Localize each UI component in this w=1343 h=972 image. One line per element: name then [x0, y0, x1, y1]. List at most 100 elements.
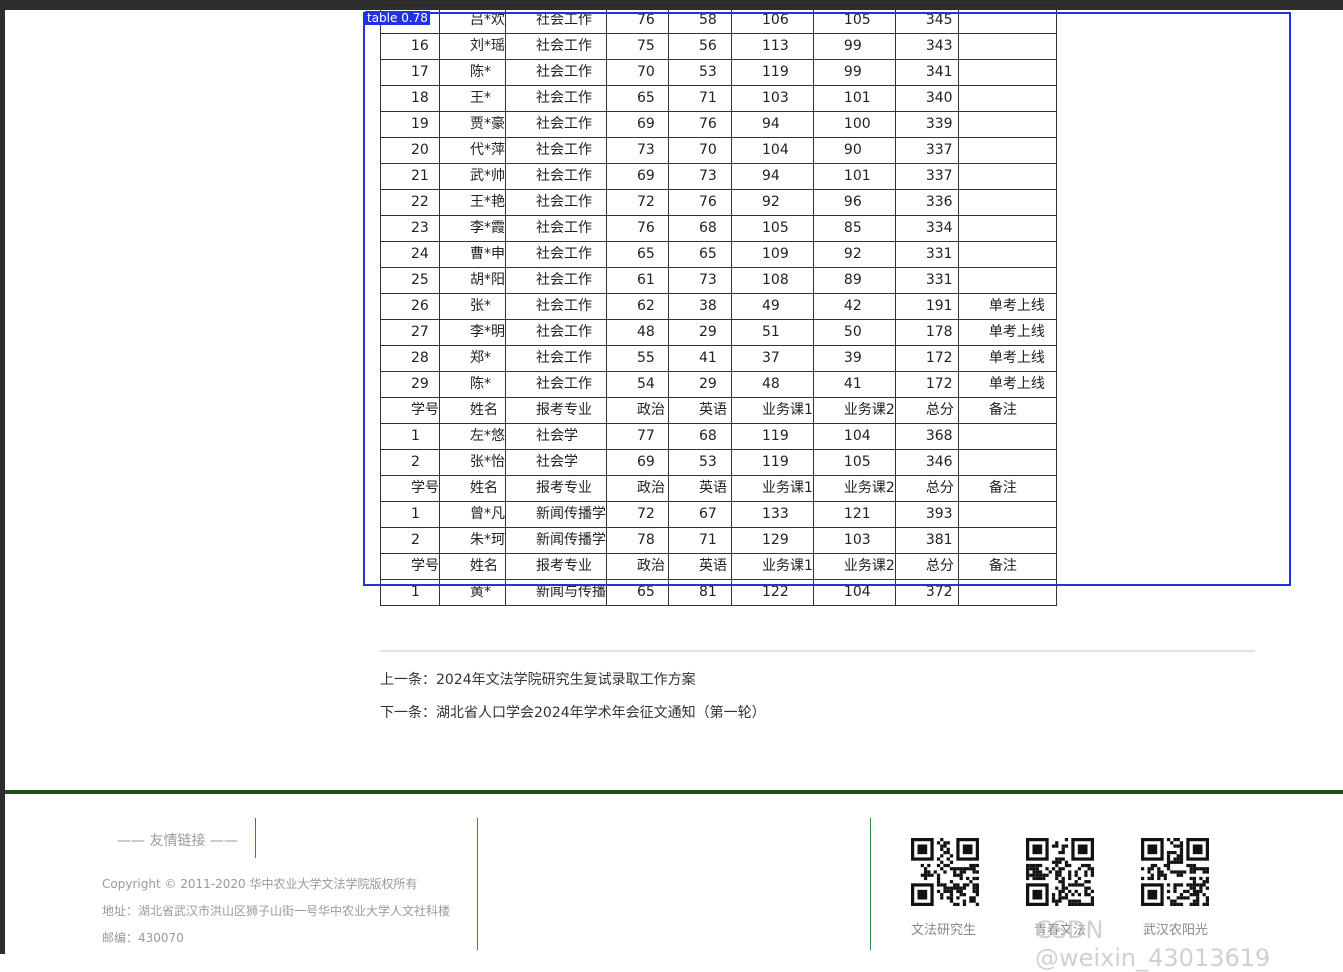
table-cell: 政治 [606, 397, 669, 424]
table-cell: 英语 [668, 553, 732, 580]
table-cell: 单考上线 [957, 345, 1057, 372]
copyright-text: Copyright © 2011-2020 华中农业大学文法学院版权所有 [102, 877, 418, 891]
table-cell: 331 [894, 241, 959, 268]
table-cell: 29 [380, 371, 440, 398]
table-cell [957, 189, 1057, 216]
table-cell: 104 [812, 579, 896, 606]
table-cell [957, 449, 1057, 476]
table-cell: 56 [668, 33, 732, 60]
table-row: 29 陈* 社会工作 54 29 48 41 172 单考上线 [380, 371, 1057, 398]
table-cell [957, 59, 1057, 86]
table-cell: 76 [606, 215, 669, 242]
table-cell: 社会工作 [505, 137, 607, 164]
table-row: 学号 姓名 报考专业 政治 英语 业务课1 业务课2 总分 备注 [380, 397, 1057, 424]
table-cell: 340 [894, 85, 959, 112]
qr-caption: 文法研究生 [911, 923, 977, 938]
table-cell: 92 [812, 241, 896, 268]
table-cell [957, 267, 1057, 294]
table-cell: 总分 [894, 553, 959, 580]
table-row: 2 张*怡 社会学 69 53 119 105 346 [380, 449, 1057, 476]
table-cell: 69 [606, 111, 669, 138]
table-cell: 172 [894, 345, 959, 372]
table-cell: 武*帅 [439, 163, 506, 190]
table-cell: 191 [894, 293, 959, 320]
table-cell: 372 [894, 579, 959, 606]
table-cell: 22 [380, 189, 440, 216]
table-cell: 53 [668, 59, 732, 86]
table-cell: 119 [731, 59, 814, 86]
table-cell: 99 [812, 33, 896, 60]
table-row: 28 郑* 社会工作 55 41 37 39 172 单考上线 [380, 345, 1057, 372]
table-cell: 129 [731, 527, 814, 554]
table-cell: 96 [812, 189, 896, 216]
table-cell: 89 [812, 267, 896, 294]
table-cell: 业务课1 [731, 397, 814, 424]
table-cell: 业务课1 [731, 475, 814, 502]
table-cell: 73 [606, 137, 669, 164]
footer-divider [870, 818, 871, 950]
table-cell: 社会工作 [505, 215, 607, 242]
table-cell: 21 [380, 163, 440, 190]
table-cell: 77 [606, 423, 669, 450]
prev-article-link[interactable]: 上一条：2024年文法学院研究生复试录取工作方案 [380, 669, 696, 689]
table-cell: 78 [606, 527, 669, 554]
table-cell: 英语 [668, 475, 732, 502]
table-cell: 73 [668, 163, 732, 190]
table-cell: 119 [731, 449, 814, 476]
table-cell: 105 [812, 449, 896, 476]
table-cell: 业务课1 [731, 553, 814, 580]
table-cell: 社会工作 [505, 33, 607, 60]
table-cell: 71 [668, 527, 732, 554]
table-cell: 55 [606, 345, 669, 372]
table-cell [957, 33, 1057, 60]
table-cell: 37 [731, 345, 814, 372]
table-cell: 25 [380, 267, 440, 294]
table-cell: 103 [731, 85, 814, 112]
table-cell: 单考上线 [957, 319, 1057, 346]
table-cell: 朱*珂 [439, 527, 506, 554]
table-cell: 94 [731, 111, 814, 138]
table-row: 2 朱*珂 新闻传播学 78 71 129 103 381 [380, 527, 1057, 554]
table-cell [957, 241, 1057, 268]
table-cell: 黄* [439, 579, 506, 606]
table-cell: 李*明 [439, 319, 506, 346]
table-cell [957, 527, 1057, 554]
table-cell: 姓名 [439, 475, 506, 502]
postcode-text: 邮编：430070 [102, 931, 184, 945]
table-cell: 备注 [957, 397, 1057, 424]
table-row: 1 左*悠 社会学 77 68 119 104 368 [380, 423, 1057, 450]
table-cell: 报考专业 [505, 397, 607, 424]
table-cell: 17 [380, 59, 440, 86]
table-cell: 41 [812, 371, 896, 398]
table-cell: 总分 [894, 475, 959, 502]
table-cell: 张* [439, 293, 506, 320]
table-cell: 代*萍 [439, 137, 506, 164]
table-cell: 100 [812, 111, 896, 138]
table-row: 1 黄* 新闻与传播 65 81 122 104 372 [380, 579, 1057, 606]
qr-code-icon [1026, 838, 1094, 906]
table-cell: 王* [439, 85, 506, 112]
table-cell: 王*艳 [439, 189, 506, 216]
table-cell: 101 [812, 163, 896, 190]
table-cell: 72 [606, 189, 669, 216]
table-cell: 334 [894, 215, 959, 242]
table-cell: 报考专业 [505, 475, 607, 502]
table-cell: 345 [894, 7, 959, 34]
table-cell: 英语 [668, 397, 732, 424]
table-cell: 24 [380, 241, 440, 268]
table-cell: 社会工作 [505, 7, 607, 34]
table-cell: 337 [894, 137, 959, 164]
table-cell: 58 [668, 7, 732, 34]
table-cell: 胡*阳 [439, 267, 506, 294]
table-cell: 337 [894, 163, 959, 190]
table-row: 27 李*明 社会工作 48 29 51 50 178 单考上线 [380, 319, 1057, 346]
table-cell: 单考上线 [957, 371, 1057, 398]
table-cell: 339 [894, 111, 959, 138]
table-cell: 70 [606, 59, 669, 86]
table-cell: 65 [606, 241, 669, 268]
table-cell: 29 [668, 371, 732, 398]
detection-label: table 0.78 [365, 11, 430, 25]
next-article-link[interactable]: 下一条：湖北省人口学会2024年学术年会征文通知（第一轮） [380, 702, 766, 722]
table-cell: 68 [668, 215, 732, 242]
table-cell [957, 163, 1057, 190]
